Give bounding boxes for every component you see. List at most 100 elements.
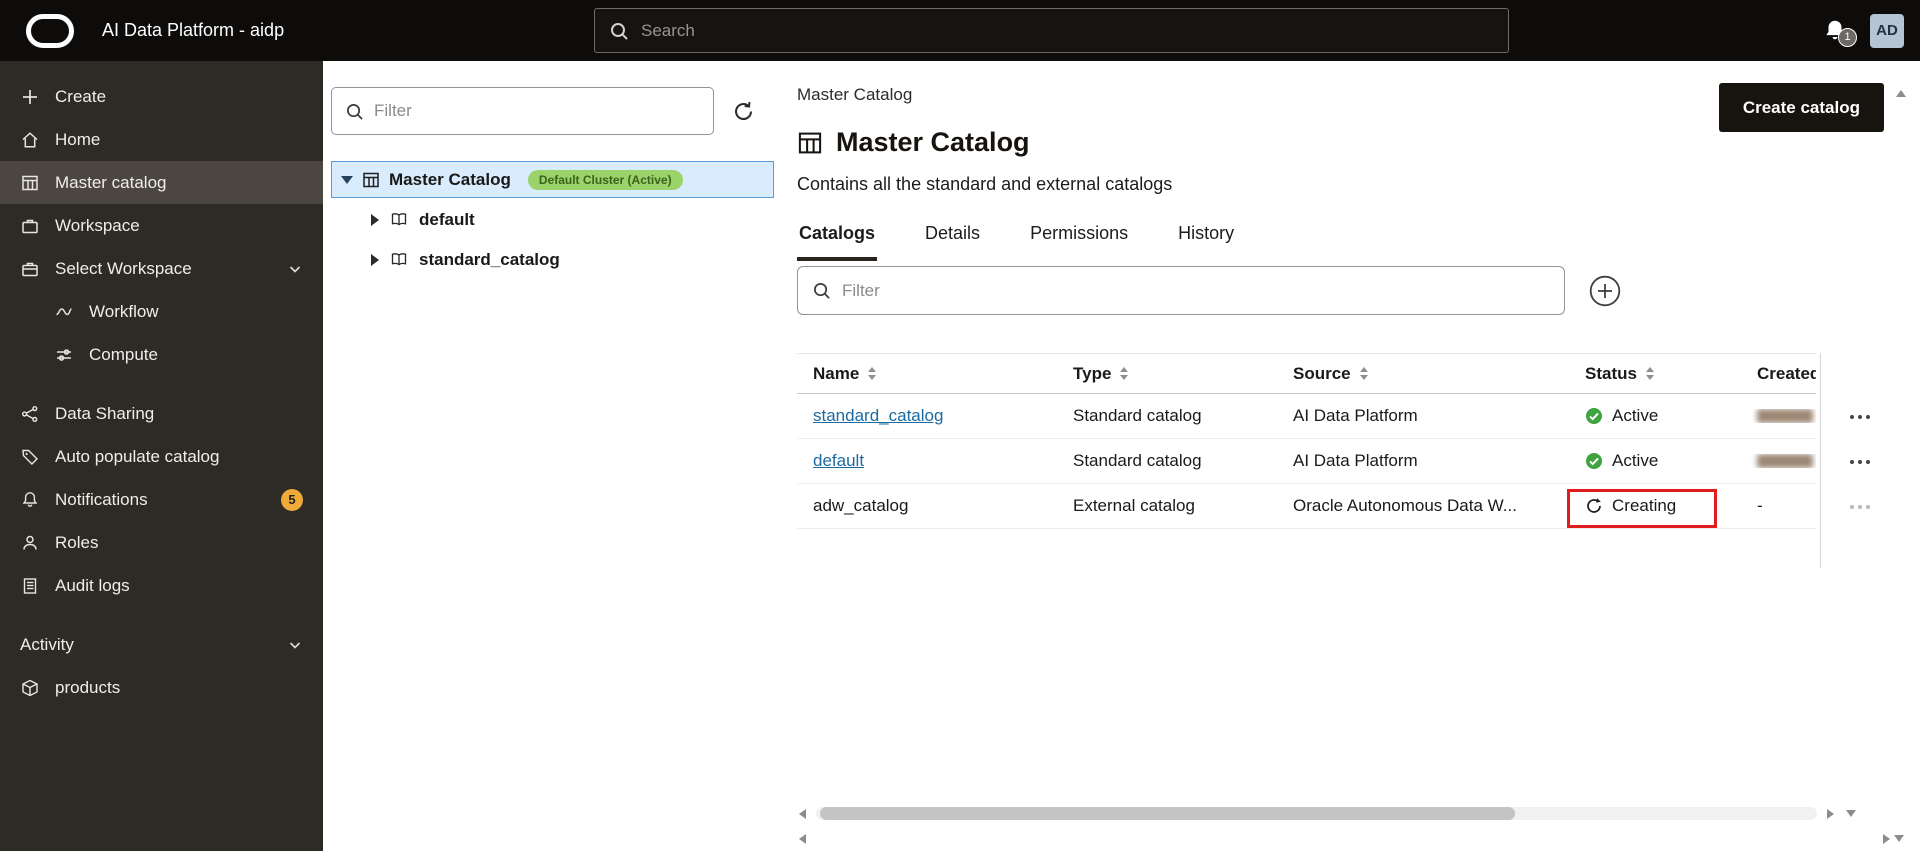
sidebar-item-label: Data Sharing (55, 403, 155, 423)
creating-spinner-icon (1587, 498, 1601, 513)
global-search[interactable] (594, 8, 1509, 53)
sort-icon (1645, 367, 1654, 380)
sort-icon (1359, 367, 1368, 380)
sidebar-section-divider (0, 376, 323, 392)
table-column-divider (1820, 353, 1821, 568)
search-icon (609, 21, 629, 41)
book-icon (390, 211, 408, 229)
sidebar-item-compute[interactable]: Compute (0, 333, 323, 376)
tree-node-standard-catalog[interactable]: standard_catalog (331, 241, 793, 278)
catalogs-table: Name Type Source Status Created standard… (797, 353, 1816, 529)
catalog-icon (797, 130, 823, 156)
default-cluster-badge: Default Cluster (Active) (527, 169, 683, 190)
refresh-icon[interactable] (730, 98, 757, 125)
catalog-tree: Master Catalog Default Cluster (Active) … (331, 161, 793, 278)
document-icon (20, 576, 40, 596)
column-header-name[interactable]: Name (797, 364, 1057, 384)
create-catalog-button[interactable]: Create catalog (1718, 83, 1884, 132)
sidebar-item-select-workspace[interactable]: Select Workspace (0, 247, 323, 290)
catalog-filter[interactable] (797, 266, 1565, 315)
catalog-link[interactable]: standard_catalog (813, 406, 943, 426)
scroll-right-arrow[interactable] (1881, 832, 1892, 846)
sidebar-item-audit-logs[interactable]: Audit logs (0, 564, 323, 607)
tree-node-label: standard_catalog (419, 249, 560, 269)
type-cell: Standard catalog (1073, 451, 1202, 470)
catalog-tree-panel: Master Catalog Default Cluster (Active) … (323, 61, 793, 851)
caret-right-icon[interactable] (371, 253, 379, 266)
row-actions-menu[interactable] (1843, 409, 1877, 425)
plus-icon (20, 87, 40, 107)
sidebar-item-home[interactable]: Home (0, 118, 323, 161)
avatar[interactable]: AD (1870, 13, 1904, 48)
status-label: Active (1612, 451, 1659, 470)
scroll-down-arrow[interactable] (1892, 833, 1906, 844)
tab-details[interactable]: Details (923, 217, 982, 261)
sidebar-item-roles[interactable]: Roles (0, 521, 323, 564)
compute-icon (54, 345, 74, 365)
column-header-created[interactable]: Created (1741, 364, 1816, 384)
tab-catalogs[interactable]: Catalogs (797, 217, 878, 261)
caret-down-icon[interactable] (341, 175, 353, 184)
app-title: AI Data Platform - aidp (102, 20, 285, 40)
created-cell: - (1757, 496, 1763, 515)
scrollbar-track[interactable] (816, 807, 1817, 820)
notifications-button[interactable]: 1 (1822, 18, 1857, 47)
person-icon (20, 533, 40, 553)
chevron-down-icon[interactable] (287, 637, 303, 653)
tab-permissions[interactable]: Permissions (1028, 217, 1130, 261)
sidebar-item-create[interactable]: Create (0, 75, 323, 118)
tree-filter[interactable] (331, 87, 714, 135)
status-label: Creating (1612, 496, 1677, 515)
sidebar-item-workspace[interactable]: Workspace (0, 204, 323, 247)
oracle-logo (26, 13, 74, 48)
scroll-down-arrow[interactable] (1844, 808, 1858, 819)
column-header-status[interactable]: Status (1569, 364, 1741, 384)
sidebar-item-label: Compute (89, 344, 158, 364)
column-header-type[interactable]: Type (1057, 364, 1277, 384)
table-header-row: Name Type Source Status Created (797, 353, 1816, 394)
breadcrumb[interactable]: Master Catalog (797, 85, 912, 105)
scroll-up-arrow[interactable] (1896, 73, 1906, 97)
sidebar-item-master-catalog[interactable]: Master catalog (0, 161, 323, 204)
caret-right-icon[interactable] (371, 213, 379, 226)
tree-node-default[interactable]: default (331, 201, 793, 238)
tree-filter-input[interactable] (374, 101, 700, 121)
catalog-filter-input[interactable] (842, 280, 1550, 301)
tag-icon (20, 447, 40, 467)
name-cell: adw_catalog (813, 496, 909, 515)
tree-node-master-catalog[interactable]: Master Catalog Default Cluster (Active) (331, 161, 774, 198)
source-cell: AI Data Platform (1293, 451, 1418, 470)
row-actions-menu[interactable] (1843, 454, 1877, 470)
status-badge: Creating (1585, 496, 1676, 516)
sidebar-item-label: Workspace (55, 215, 140, 235)
global-search-input[interactable] (641, 20, 1494, 41)
sidebar-item-products[interactable]: products (0, 666, 323, 709)
scroll-right-arrow[interactable] (1825, 807, 1836, 821)
column-label: Source (1293, 363, 1351, 383)
column-label: Type (1073, 363, 1112, 383)
search-icon (345, 102, 364, 121)
sidebar-item-activity[interactable]: Activity (0, 623, 323, 666)
row-actions-menu[interactable] (1843, 499, 1877, 515)
sidebar-item-data-sharing[interactable]: Data Sharing (0, 392, 323, 435)
column-header-source[interactable]: Source (1277, 364, 1569, 384)
chevron-down-icon[interactable] (287, 261, 303, 277)
sidebar-item-label: Auto populate catalog (55, 446, 220, 466)
column-label: Status (1585, 363, 1637, 383)
scrollbar-thumb[interactable] (820, 807, 1515, 820)
page-subtitle: Contains all the standard and external c… (797, 174, 1173, 194)
sort-icon (1120, 367, 1129, 380)
catalog-link[interactable]: default (813, 451, 864, 471)
add-catalog-icon[interactable] (1589, 275, 1621, 307)
sidebar-item-workflow[interactable]: Workflow (0, 290, 323, 333)
tab-history[interactable]: History (1176, 217, 1236, 261)
scroll-left-arrow[interactable] (797, 807, 808, 821)
sidebar-item-label: Roles (55, 532, 99, 552)
sidebar-item-auto-populate-catalog[interactable]: Auto populate catalog (0, 435, 323, 478)
column-label: Name (813, 363, 860, 383)
book-icon (390, 251, 408, 269)
sidebar-item-label: Activity (20, 634, 74, 654)
scroll-left-arrow[interactable] (797, 832, 808, 846)
sidebar-item-notifications[interactable]: Notifications 5 (0, 478, 323, 521)
briefcase-icon (20, 216, 40, 236)
